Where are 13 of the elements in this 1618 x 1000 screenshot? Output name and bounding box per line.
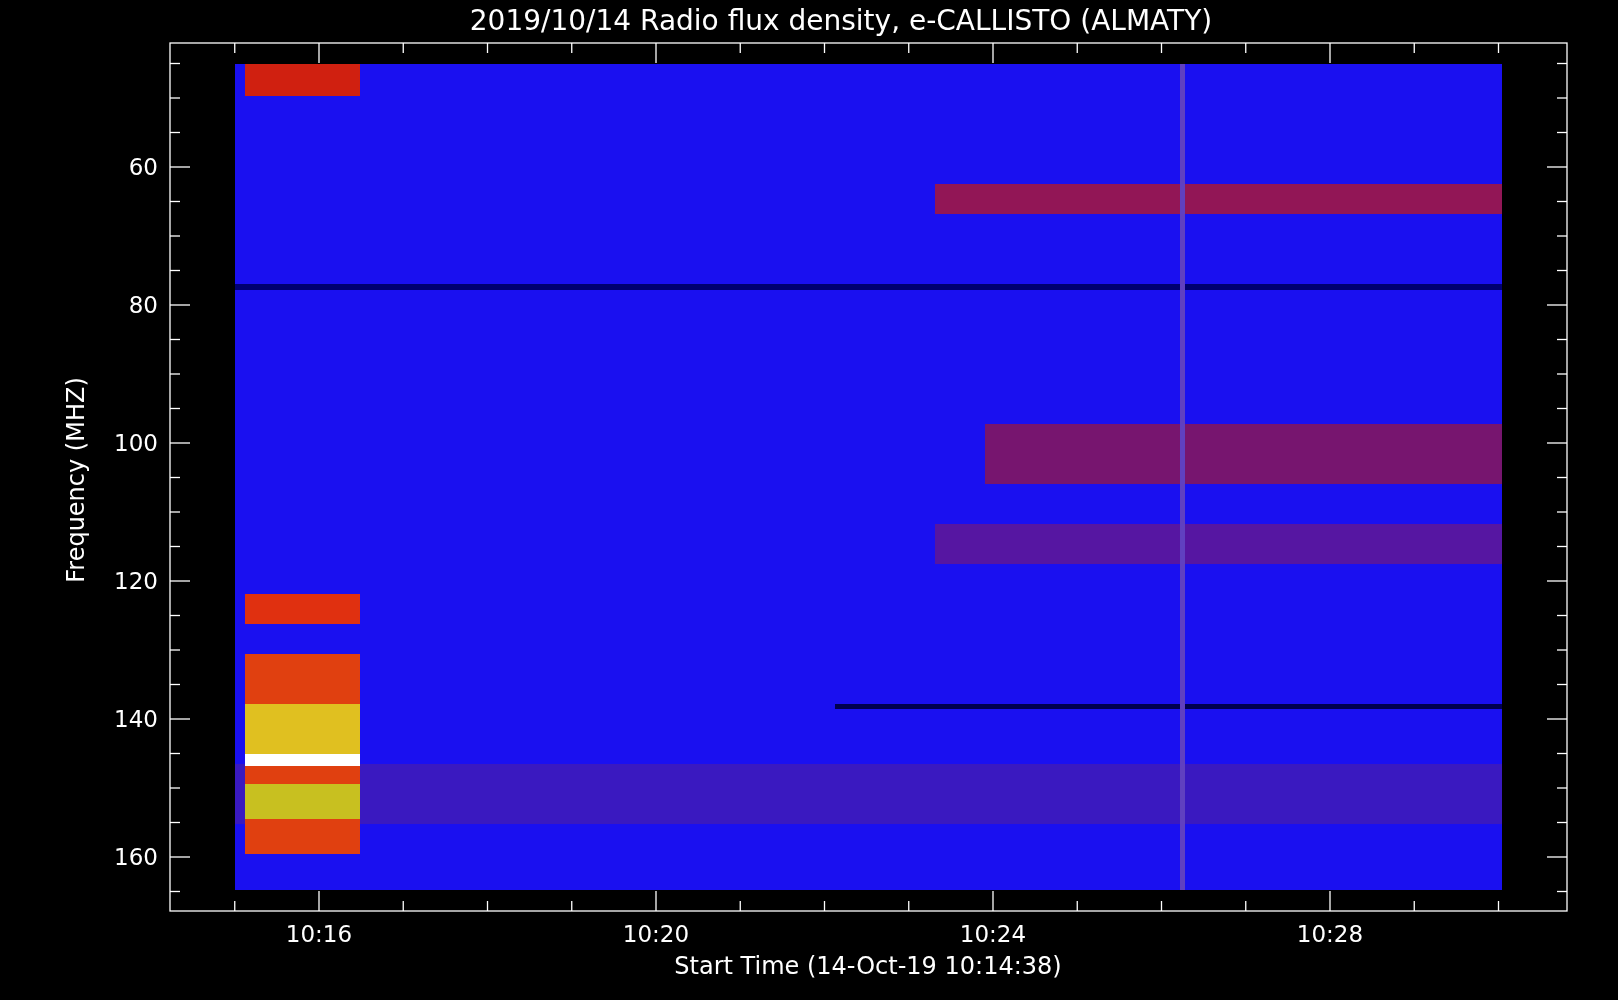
chart-title: 2019/10/14 Radio flux density, e-CALLISTO (ALMATY) [469, 4, 1213, 37]
axis-label: Frequency (MHZ) [62, 377, 90, 583]
tick-label: 100 [114, 430, 158, 456]
tick-label: 10:28 [1296, 921, 1364, 947]
tick-label: 10:20 [622, 921, 690, 947]
tick-label: 120 [114, 568, 158, 594]
tick-label: 10:16 [285, 921, 353, 947]
tick-label: 140 [114, 706, 158, 732]
tick-label: 160 [114, 844, 158, 870]
tick-label: 60 [128, 154, 158, 180]
axis-label: Start Time (14-Oct-19 10:14:38) [674, 952, 1062, 980]
tick-label: 10:24 [959, 921, 1027, 947]
tick-label: 80 [128, 292, 158, 318]
